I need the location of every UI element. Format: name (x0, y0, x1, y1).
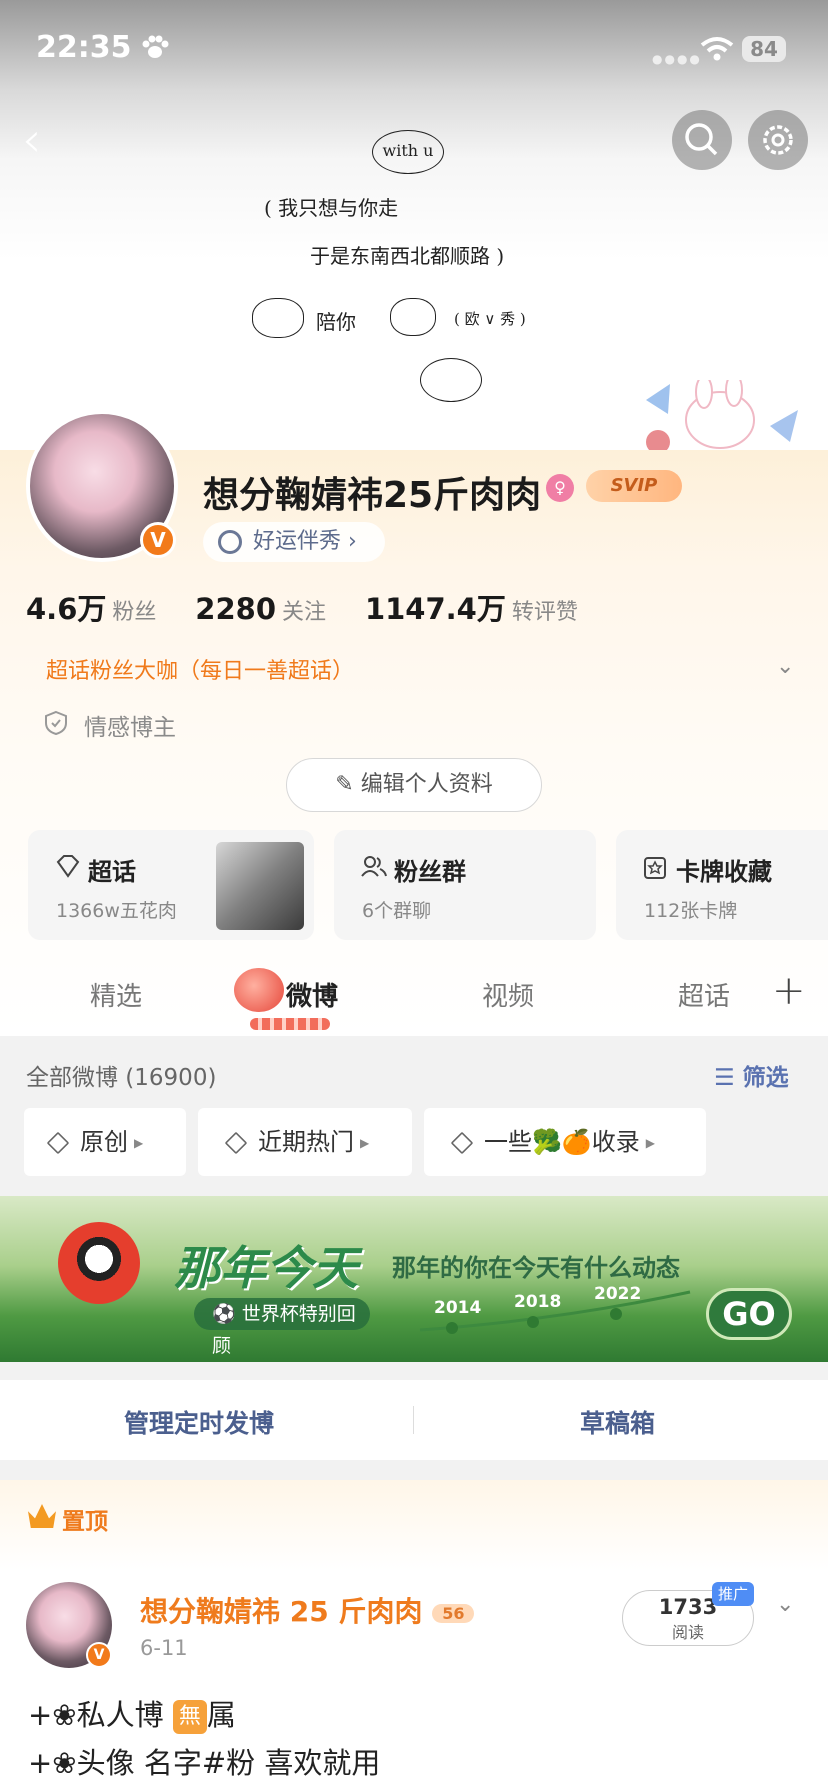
chip-collection[interactable]: 一些🥦🍊收录 ▶ (424, 1108, 706, 1176)
paw-icon (142, 35, 169, 58)
apple-icon (234, 968, 284, 1012)
verified-badge: V (140, 522, 176, 558)
blogger-tag: 情感博主 (84, 715, 176, 741)
people-icon (361, 856, 387, 877)
cover-handwriting: 陪你 (316, 310, 356, 334)
profile-tabs: 精选 微博 视频 超话 (0, 960, 828, 1034)
banner-subtitle: 那年的你在今天有什么动态 (392, 1254, 680, 1282)
spiral-icon (218, 530, 242, 554)
promote-badge[interactable]: 推广 (712, 1582, 754, 1606)
read-count-label: 阅读 (671, 1623, 704, 1642)
banner-year: 2014 (434, 1298, 482, 1318)
profile-stats: 4.6万 粉丝 2280 关注 1147.4万 转评赞 (26, 586, 608, 628)
banner-year: 2018 (514, 1292, 562, 1312)
stat-interactions[interactable]: 1147.4万 转评赞 (365, 586, 578, 628)
card-title: 卡牌收藏 (676, 858, 772, 886)
post-text-line: +❀私人博 無属 (28, 1698, 236, 1734)
banner-year: 2022 (594, 1284, 642, 1304)
stat-following[interactable]: 2280 关注 (195, 592, 326, 626)
tab-weibo[interactable]: 微博 (286, 976, 338, 1013)
post-text-line: +❀头像 名字#粉 喜欢就用 (28, 1746, 381, 1780)
card-card-collection[interactable]: 卡牌收藏 112张卡牌 (616, 830, 828, 940)
diamond-icon (56, 855, 80, 878)
scheduled-posts-button[interactable]: 管理定时发博 (124, 1404, 274, 1440)
edit-profile-button[interactable]: ✎ 编辑个人资料 (286, 758, 542, 812)
status-time: 22:35 (36, 30, 132, 65)
filter-icon: ☰ (714, 1065, 735, 1091)
heart-doodle-icon (420, 358, 482, 402)
add-tab-button[interactable]: + (772, 968, 806, 1014)
tab-active-indicator (250, 1018, 330, 1030)
settings-button[interactable] (748, 110, 808, 170)
gear-icon (763, 125, 793, 155)
card-collection-icon (644, 857, 666, 879)
mascot-icon (58, 1222, 140, 1304)
chip-recent-hot[interactable]: 近期热门 ▶ (198, 1108, 412, 1176)
card-subtitle: 112张卡牌 (644, 900, 738, 922)
shield-icon (45, 710, 67, 736)
back-button[interactable]: ‹ (22, 116, 54, 166)
cat-doodle-icon (252, 298, 304, 338)
banner-chip: ⚽ 世界杯特别回顾 (194, 1298, 370, 1357)
card-thumbnail (216, 842, 304, 930)
card-fan-groups[interactable]: 粉丝群 6个群聊 (334, 830, 596, 940)
banner-title: 那年今天 (174, 1241, 358, 1295)
chevron-down-icon[interactable]: ⌄ (776, 654, 794, 679)
post-author-name[interactable]: 想分鞠婧祎 25 斤肉肉 56 (140, 1590, 475, 1630)
search-button[interactable] (672, 110, 732, 170)
chevron-down-icon[interactable]: ⌄ (776, 1592, 794, 1617)
pill-label: 好运伴秀 (253, 529, 342, 554)
pinned-label: 置顶 (62, 1509, 108, 1535)
chip-original[interactable]: 原创 ▶ (24, 1108, 186, 1176)
wifi-icon (700, 37, 734, 61)
tab-supertopic[interactable]: 超话 (678, 976, 730, 1013)
tag-box: 無 (172, 1700, 207, 1734)
cover-handwriting: ( 欧 ∨ 秀 ) (454, 310, 526, 328)
card-subtitle: 6个群聊 (362, 900, 432, 922)
layers-icon (224, 1131, 248, 1155)
battery-indicator: 84 (742, 36, 786, 62)
cover-handwriting: with u (372, 130, 444, 174)
signal-icon: ●●●● (652, 52, 702, 66)
female-gender-icon: ♀ (546, 474, 574, 502)
layers-icon (450, 1131, 474, 1155)
tab-featured[interactable]: 精选 (90, 976, 142, 1013)
tab-video[interactable]: 视频 (482, 976, 534, 1013)
card-title: 粉丝群 (394, 858, 466, 886)
svip-badge[interactable]: SVIP (586, 470, 682, 502)
cover-handwriting: ( 我只想与你走 (264, 196, 399, 220)
author-level-badge: 56 (432, 1603, 475, 1623)
divider (413, 1406, 414, 1434)
drafts-button[interactable]: 草稿箱 (580, 1404, 655, 1440)
feed-count-header: 全部微博 (16900) (26, 1065, 217, 1091)
cat-doodle-icon (390, 298, 436, 336)
verified-badge: V (86, 1642, 112, 1668)
filter-button[interactable]: ☰ 筛选 (714, 1058, 789, 1092)
post-actions-bar: 管理定时发博 草稿箱 (0, 1380, 828, 1460)
post-date: 6-11 (140, 1636, 188, 1660)
search-icon (685, 123, 718, 156)
card-supertopic[interactable]: 超话 1366w五花肉 (28, 830, 314, 940)
layers-icon (46, 1131, 70, 1155)
card-title: 超话 (88, 858, 136, 886)
card-subtitle: 1366w五花肉 (56, 900, 177, 922)
cover-handwriting: 于是东南西北都顺路 ) (310, 244, 505, 268)
profile-name: 想分鞠婧祎25斤肉肉 (203, 475, 542, 516)
stat-followers[interactable]: 4.6万 粉丝 (26, 586, 156, 628)
supertopic-title[interactable]: 超话粉丝大咖（每日一善超话） (46, 653, 354, 685)
go-button[interactable]: GO (706, 1288, 792, 1340)
